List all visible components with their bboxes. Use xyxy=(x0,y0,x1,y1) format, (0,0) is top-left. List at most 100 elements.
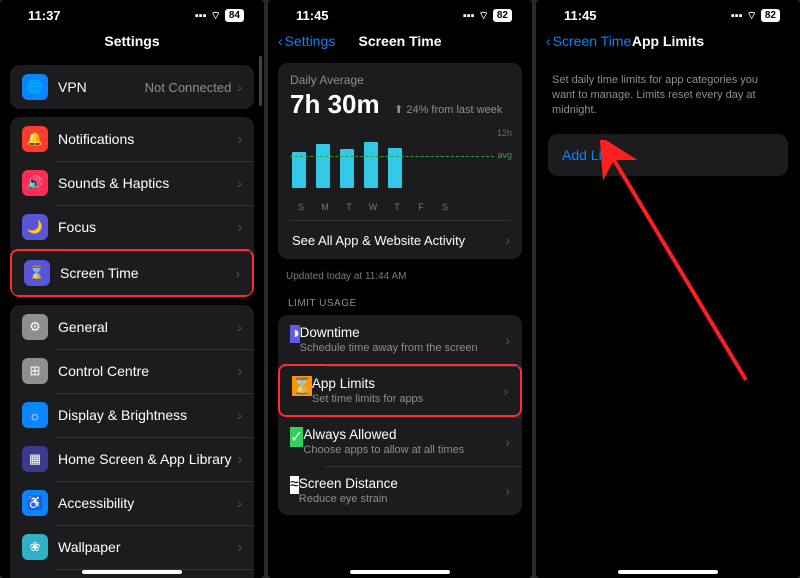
row-app-limits[interactable]: ⌛ App Limits Set time limits for apps › xyxy=(278,364,522,417)
chevron-right-icon: › xyxy=(503,383,508,399)
chart-day-label: F xyxy=(414,202,428,212)
app-limits-description: Set daily time limits for app categories… xyxy=(536,57,800,126)
section-notifications: 🔔 Notifications ›🔊 Sounds & Haptics ›🌙 F… xyxy=(10,117,254,297)
clock: 11:45 xyxy=(564,8,597,23)
row-icon: ⊞ xyxy=(22,358,48,384)
row-label: Display & Brightness xyxy=(58,407,237,423)
daily-average-card: Daily Average 7h 30m ⬆ 24% from last wee… xyxy=(278,63,522,259)
scroll-indicator[interactable] xyxy=(259,56,262,106)
page-title: Settings xyxy=(104,33,159,49)
add-limit-label: Add Limit xyxy=(562,147,620,163)
row-wallpaper[interactable]: ❀ Wallpaper › xyxy=(10,525,254,569)
row-label: Accessibility xyxy=(58,495,237,511)
chart-day-label: T xyxy=(390,202,404,212)
chevron-right-icon: › xyxy=(235,265,240,281)
back-button[interactable]: ‹ Settings xyxy=(278,33,335,49)
row-icon: ⌛ xyxy=(24,260,50,286)
row-label: General xyxy=(58,319,237,335)
settings-screen: 11:37 ▪▪▪ ⌔ 84 Settings 🌐 VPN Not Connec… xyxy=(0,0,264,578)
page-title: Screen Time xyxy=(358,33,441,49)
status-icons: ▪▪▪ ⌔ 82 xyxy=(731,9,780,23)
row-icon: ☼ xyxy=(22,402,48,428)
nav-header: ‹ Settings Screen Time xyxy=(268,25,532,57)
chevron-right-icon: › xyxy=(237,539,242,555)
chart-day-label: T xyxy=(342,202,356,212)
status-bar: 11:37 ▪▪▪ ⌔ 84 xyxy=(0,0,264,25)
row-text: Always Allowed Choose apps to allow at a… xyxy=(303,427,505,456)
chevron-right-icon: › xyxy=(505,232,510,248)
updated-timestamp: Updated today at 11:44 AM xyxy=(268,265,532,288)
delta-text: 24% from last week xyxy=(406,104,502,116)
row-detail: Not Connected xyxy=(145,80,232,95)
row-icon: ❀ xyxy=(22,534,48,560)
chevron-right-icon: › xyxy=(237,495,242,511)
home-indicator[interactable] xyxy=(82,570,182,574)
row-always-allowed[interactable]: ✓ Always Allowed Choose apps to allow at… xyxy=(278,417,522,466)
add-limit-button[interactable]: Add Limit xyxy=(548,134,788,176)
chevron-right-icon: › xyxy=(505,434,510,450)
nav-header: Settings xyxy=(0,25,264,57)
chart-day-label: W xyxy=(366,202,380,212)
home-indicator[interactable] xyxy=(350,570,450,574)
see-all-activity-row[interactable]: See All App & Website Activity › xyxy=(290,220,510,259)
row-text: App Limits Set time limits for apps xyxy=(312,376,503,405)
row-notifications[interactable]: 🔔 Notifications › xyxy=(10,117,254,161)
back-label: Screen Time xyxy=(553,33,632,49)
row-label: Focus xyxy=(58,219,237,235)
globe-icon: 🌐 xyxy=(22,74,48,100)
wifi-icon: ⌔ xyxy=(211,9,221,23)
home-indicator[interactable] xyxy=(618,570,718,574)
back-button[interactable]: ‹ Screen Time xyxy=(546,33,631,49)
row-icon: 🌙 xyxy=(22,214,48,240)
section-limit-usage: ◑ Downtime Schedule time away from the s… xyxy=(278,315,522,515)
chevron-right-icon: › xyxy=(237,219,242,235)
row-label: Control Centre xyxy=(58,363,237,379)
chevron-left-icon: ‹ xyxy=(278,33,283,49)
chart-day-label: M xyxy=(318,202,332,212)
chevron-right-icon: › xyxy=(237,407,242,423)
row-icon: ▦ xyxy=(22,446,48,472)
battery-level: 82 xyxy=(493,9,512,22)
row-icon: 🔊 xyxy=(22,170,48,196)
row-screen-time[interactable]: ⌛ Screen Time › xyxy=(10,249,254,297)
usage-bar-chart[interactable]: 12h avg xyxy=(290,130,510,202)
screen-time-screen: 11:45 ▪▪▪ ⌔ 82 ‹ Settings Screen Time Da… xyxy=(268,0,532,578)
chart-x-axis: SMTWTFS xyxy=(290,202,510,220)
chevron-left-icon: ‹ xyxy=(546,33,551,49)
row-icon: ♿ xyxy=(22,490,48,516)
status-bar: 11:45 ▪▪▪ ⌔ 82 xyxy=(268,0,532,25)
row-display-brightness[interactable]: ☼ Display & Brightness › xyxy=(10,393,254,437)
chevron-right-icon: › xyxy=(237,363,242,379)
daily-average-value: 7h 30m xyxy=(290,89,380,120)
chart-bar xyxy=(316,144,330,188)
status-icons: ▪▪▪ ⌔ 82 xyxy=(463,9,512,23)
chevron-right-icon: › xyxy=(237,451,242,467)
chevron-right-icon: › xyxy=(237,131,242,147)
app-limits-screen: 11:45 ▪▪▪ ⌔ 82 ‹ Screen Time App Limits … xyxy=(536,0,800,578)
row-label: Sounds & Haptics xyxy=(58,175,237,191)
row-downtime[interactable]: ◑ Downtime Schedule time away from the s… xyxy=(278,315,522,364)
signal-icon: ▪▪▪ xyxy=(195,10,207,22)
row-sounds-haptics[interactable]: 🔊 Sounds & Haptics › xyxy=(10,161,254,205)
avg-label: avg xyxy=(497,150,512,160)
chart-bar xyxy=(292,152,306,188)
daily-delta: ⬆ 24% from last week xyxy=(394,103,502,116)
row-control-centre[interactable]: ⊞ Control Centre › xyxy=(10,349,254,393)
row-icon: ⚙ xyxy=(22,314,48,340)
row-subtitle: Schedule time away from the screen xyxy=(300,342,506,354)
chevron-right-icon: › xyxy=(237,319,242,335)
row-label: Screen Time xyxy=(60,265,235,281)
row-general[interactable]: ⚙ General › xyxy=(10,305,254,349)
row-screen-distance[interactable]: ≈ Screen Distance Reduce eye strain › xyxy=(278,466,522,515)
row-home-screen-app-library[interactable]: ▦ Home Screen & App Library › xyxy=(10,437,254,481)
nav-header: ‹ Screen Time App Limits xyxy=(536,25,800,57)
row-icon: ⌛ xyxy=(292,376,312,396)
section-header-limit-usage: LIMIT USAGE xyxy=(268,288,532,313)
wifi-icon: ⌔ xyxy=(747,9,757,23)
signal-icon: ▪▪▪ xyxy=(731,10,743,22)
row-accessibility[interactable]: ♿ Accessibility › xyxy=(10,481,254,525)
row-vpn[interactable]: 🌐 VPN Not Connected › xyxy=(10,65,254,109)
row-text: Screen Distance Reduce eye strain xyxy=(299,476,506,505)
row-focus[interactable]: 🌙 Focus › xyxy=(10,205,254,249)
battery-level: 84 xyxy=(225,9,244,22)
